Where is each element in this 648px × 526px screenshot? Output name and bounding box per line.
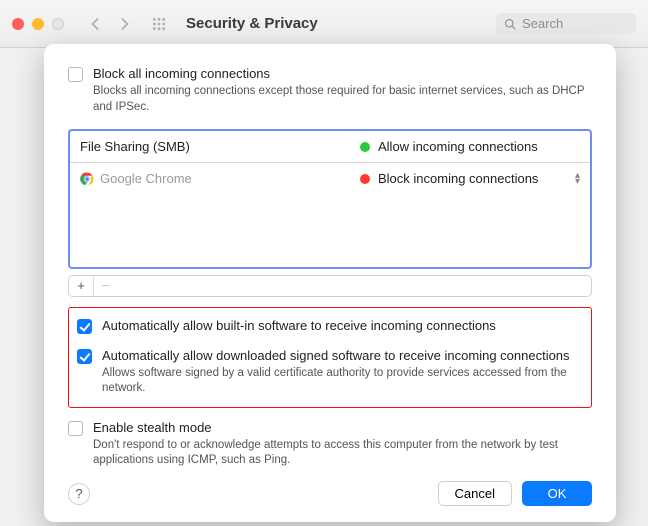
stealth-desc: Don't respond to or acknowledge attempts… [93, 438, 592, 469]
add-button[interactable]: + [69, 276, 93, 296]
back-button[interactable] [84, 13, 106, 35]
block-all-label: Block all incoming connections [93, 66, 592, 81]
sheet-footer: ? Cancel OK [68, 469, 592, 506]
traffic-lights [12, 18, 64, 30]
auto-signed-row: Automatically allow downloaded signed so… [77, 348, 583, 397]
remove-button: − [93, 276, 117, 296]
stealth-label: Enable stealth mode [93, 420, 592, 435]
firewall-options-sheet: Block all incoming connections Blocks al… [44, 44, 616, 522]
help-button[interactable]: ? [68, 483, 90, 505]
search-icon [504, 18, 516, 30]
auto-builtin-row: Automatically allow built-in software to… [77, 318, 583, 334]
stealth-row: Enable stealth mode Don't respond to or … [68, 420, 592, 469]
auto-builtin-label: Automatically allow built-in software to… [102, 318, 496, 333]
app-name-text: Google Chrome [100, 171, 192, 186]
auto-signed-checkbox[interactable] [77, 349, 92, 364]
app-list[interactable]: File Sharing (SMB) Allow incoming connec… [68, 129, 592, 269]
window-title: Security & Privacy [186, 15, 318, 32]
block-all-checkbox[interactable] [68, 67, 83, 82]
status-label: Block incoming connections [378, 171, 538, 186]
stealth-checkbox[interactable] [68, 421, 83, 436]
app-status[interactable]: Allow incoming connections [360, 139, 580, 154]
search-field[interactable]: Search [496, 13, 636, 34]
chrome-icon [80, 172, 94, 186]
app-name: Google Chrome [80, 171, 360, 186]
auto-builtin-checkbox[interactable] [77, 319, 92, 334]
app-row[interactable]: File Sharing (SMB) Allow incoming connec… [70, 131, 590, 163]
minimize-window-icon[interactable] [32, 18, 44, 30]
allow-dot-icon [360, 142, 370, 152]
ok-button[interactable]: OK [522, 481, 592, 506]
close-window-icon[interactable] [12, 18, 24, 30]
add-remove-control: + − [68, 275, 592, 297]
auto-signed-desc: Allows software signed by a valid certif… [102, 366, 583, 397]
forward-button [114, 13, 136, 35]
app-name: File Sharing (SMB) [80, 139, 360, 154]
status-label: Allow incoming connections [378, 139, 538, 154]
zoom-window-icon [52, 18, 64, 30]
app-status-dropdown[interactable]: Block incoming connections ▴▾ [360, 171, 580, 186]
window-toolbar: Security & Privacy Search [0, 0, 648, 48]
chevron-up-down-icon: ▴▾ [575, 173, 580, 185]
search-placeholder: Search [522, 16, 563, 31]
app-row[interactable]: Google Chrome Block incoming connections… [70, 163, 590, 194]
cancel-button[interactable]: Cancel [438, 481, 512, 506]
block-dot-icon [360, 174, 370, 184]
auto-signed-label: Automatically allow downloaded signed so… [102, 348, 583, 363]
show-all-icon[interactable] [148, 13, 170, 35]
highlighted-options: Automatically allow built-in software to… [68, 307, 592, 408]
block-all-row: Block all incoming connections Blocks al… [68, 66, 592, 115]
block-all-desc: Blocks all incoming connections except t… [93, 84, 592, 115]
